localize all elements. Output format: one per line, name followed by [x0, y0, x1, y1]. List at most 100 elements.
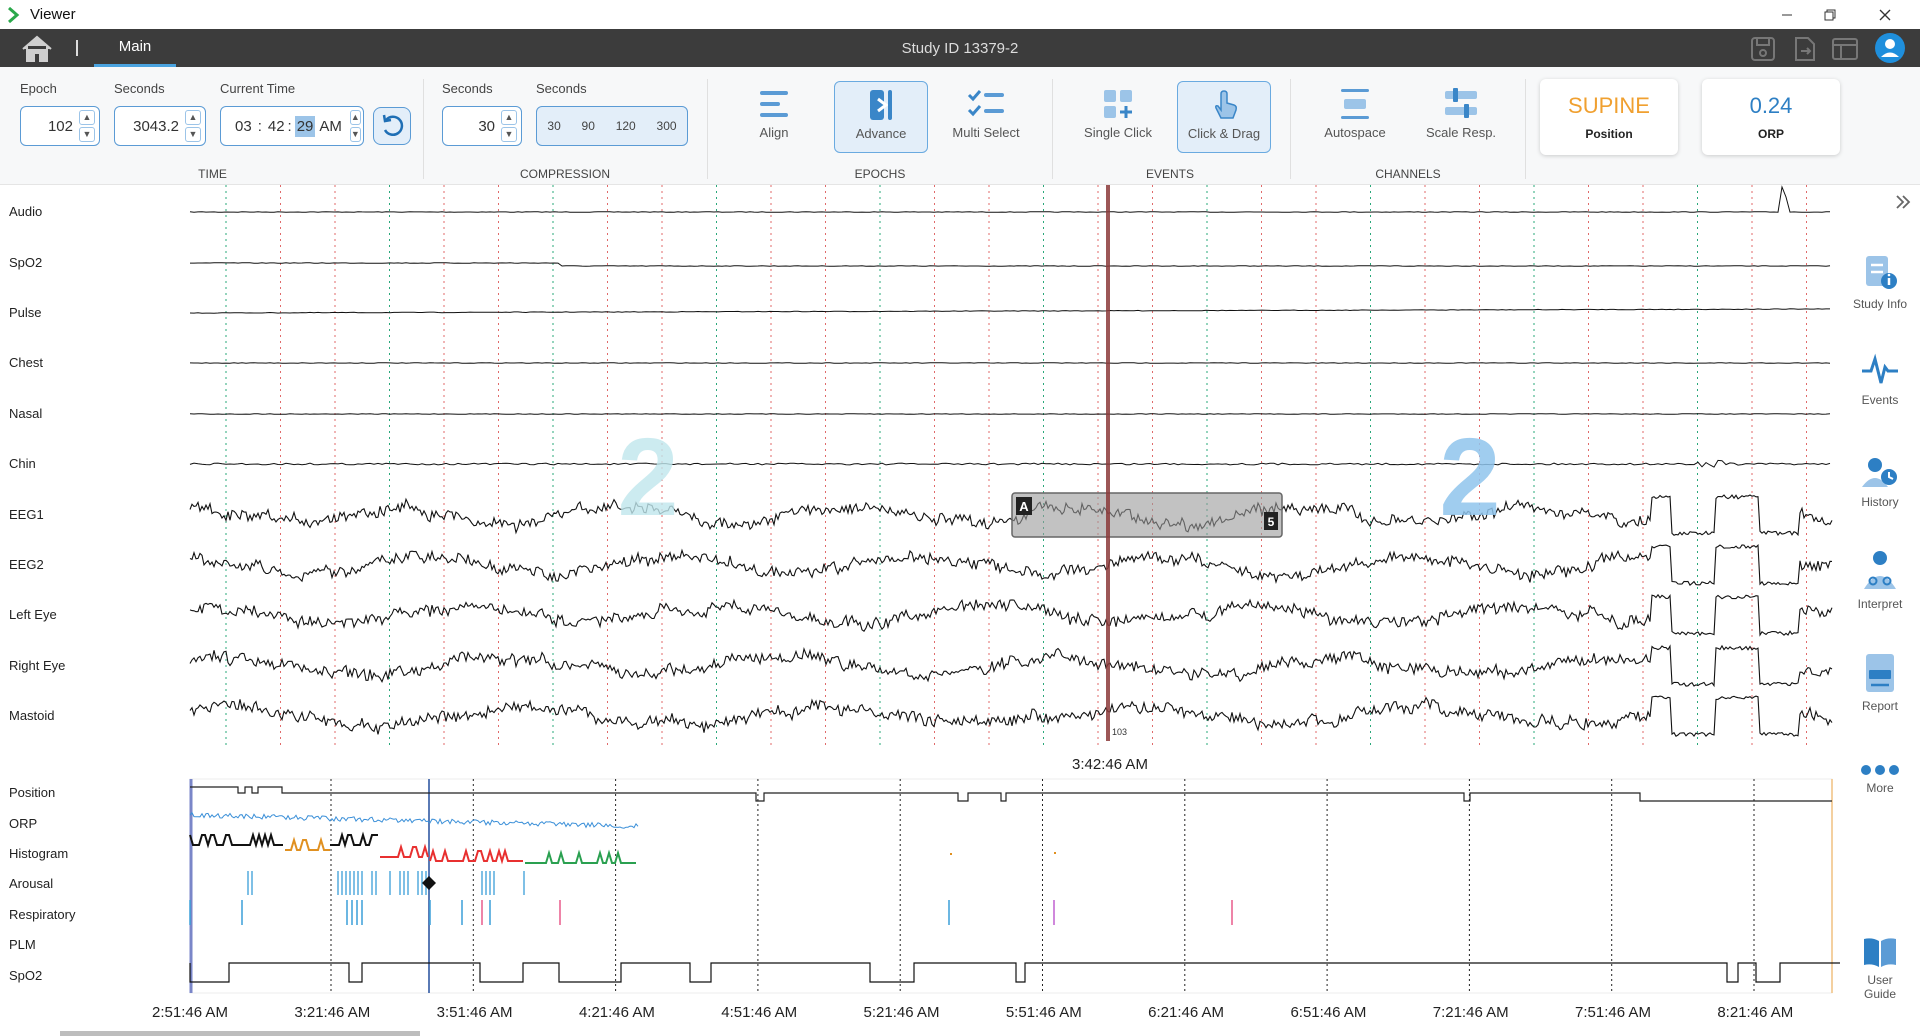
scale-resp-button[interactable]: Scale Resp. [1419, 81, 1503, 153]
spin-up-icon[interactable]: ▲ [185, 110, 201, 125]
events-label: Events [1861, 393, 1899, 407]
channel-label[interactable]: Chin [9, 456, 36, 471]
save-icon[interactable] [1748, 35, 1778, 63]
channel-trace [189, 543, 1833, 586]
time-hours[interactable]: 03 [235, 118, 252, 135]
spin-down-icon[interactable]: ▼ [501, 127, 517, 142]
spin-up-icon[interactable]: ▲ [349, 110, 361, 125]
restore-icon [1824, 9, 1836, 20]
arousal-selected-marker[interactable] [422, 876, 436, 890]
spin-up-icon[interactable]: ▲ [79, 110, 95, 125]
collapse-sidebar-icon[interactable] [1894, 193, 1912, 211]
channel-label[interactable]: Mastoid [9, 708, 55, 723]
study-info-label: Study Info [1852, 297, 1908, 311]
click-drag-button[interactable]: Click & Drag [1177, 81, 1271, 153]
compression-option-90[interactable]: 90 [582, 119, 595, 133]
channel-trace [189, 459, 1831, 468]
autospace-button[interactable]: Autospace [1313, 81, 1397, 153]
channel-label[interactable]: EEG1 [9, 507, 44, 522]
channel-trace [189, 593, 1833, 637]
time-seconds[interactable]: 29 [294, 115, 316, 137]
position-trace [190, 786, 1832, 802]
user-avatar-icon[interactable] [1874, 32, 1906, 64]
arousal-event-box[interactable]: A5 [1011, 492, 1283, 538]
report-label: Report [1861, 699, 1899, 713]
reset-time-button[interactable] [373, 107, 411, 145]
user-guide-label-1: User [1867, 973, 1893, 987]
histogram-segment [189, 831, 283, 849]
time-ampm[interactable]: AM [319, 118, 342, 135]
channel-label[interactable]: SpO2 [9, 255, 42, 270]
channel-label[interactable]: Nasal [9, 406, 42, 421]
close-button[interactable] [1858, 0, 1912, 29]
title-bar: Viewer [0, 0, 1920, 29]
multi-select-button[interactable]: Multi Select [944, 81, 1028, 153]
channel-label[interactable]: Chest [9, 355, 43, 370]
sleep-stage-label: 2 [1439, 416, 1500, 539]
sidebar-item-more[interactable]: More [1840, 763, 1920, 795]
align-button[interactable]: Align [732, 81, 816, 153]
histogram-segment [429, 847, 523, 865]
sidebar-item-events[interactable]: Events [1840, 353, 1920, 407]
seconds-value: 3043.2 [133, 117, 179, 135]
spin-up-icon[interactable]: ▲ [501, 110, 517, 125]
more-icon [1861, 765, 1899, 775]
orp-value: 0.24 [1749, 93, 1793, 118]
overview-axis-label: 4:21:46 AM [578, 1004, 655, 1021]
event-tag-start: A [1019, 499, 1029, 514]
spin-down-icon[interactable]: ▼ [185, 127, 201, 142]
single-click-button[interactable]: Single Click [1076, 81, 1160, 153]
channel-trace [189, 362, 1831, 364]
channel-label[interactable]: Right Eye [9, 658, 65, 673]
channel-label[interactable]: Audio [9, 204, 42, 219]
report-icon [1866, 654, 1894, 692]
histogram-dot [1054, 852, 1056, 854]
orp-card: 0.24 ORP [1702, 79, 1840, 155]
nav-bar: Main Study ID 13379-2 [0, 29, 1920, 67]
channel-label[interactable]: Left Eye [9, 607, 57, 622]
histogram-segment [525, 849, 636, 864]
nav-divider [76, 40, 78, 56]
spin-down-icon[interactable]: ▼ [349, 127, 361, 142]
waveform-panel[interactable]: 2 2A5103 [0, 185, 1840, 745]
channel-label[interactable]: Pulse [9, 305, 42, 320]
export-icon[interactable] [1790, 35, 1820, 63]
horizontal-scrollbar[interactable] [60, 1031, 420, 1036]
home-icon[interactable] [18, 35, 56, 63]
compression-option-120[interactable]: 120 [616, 119, 636, 133]
compression-option-30[interactable]: 30 [547, 119, 560, 133]
compression-option-300[interactable]: 300 [657, 119, 677, 133]
sidebar-item-study-info[interactable]: Study Info [1840, 253, 1920, 311]
overview-axis-label: 5:21:46 AM [863, 1004, 940, 1021]
layout-icon[interactable] [1830, 35, 1860, 63]
channel-trace [189, 644, 1833, 688]
sidebar-item-interpret[interactable]: Interpret [1840, 549, 1920, 611]
overview-axis-label: 6:21:46 AM [1148, 1004, 1225, 1021]
overview-panel[interactable] [0, 775, 1840, 1035]
histogram-segment [380, 843, 429, 858]
channel-trace [189, 695, 1833, 738]
position-value: SUPINE [1568, 93, 1650, 118]
channel-trace [189, 308, 1830, 314]
epoch-value: 102 [47, 117, 73, 135]
sidebar-item-history[interactable]: History [1840, 455, 1920, 509]
compression-seconds-input[interactable]: 30 ▲ ▼ [442, 106, 522, 146]
compression-seconds-label: Seconds [442, 81, 493, 96]
scale-resp-icon [1445, 88, 1477, 118]
seconds-input[interactable]: 3043.2 ▲ ▼ [114, 106, 206, 146]
current-time-input[interactable]: 03 : 42 : 29 AM ▲ ▼ [220, 106, 364, 146]
channel-trace [189, 413, 1831, 415]
sidebar-item-report[interactable]: Report [1840, 651, 1920, 713]
tab-main[interactable]: Main [94, 29, 176, 67]
click-drag-icon [1215, 90, 1237, 119]
restore-button[interactable] [1803, 0, 1857, 29]
spin-down-icon[interactable]: ▼ [79, 127, 95, 142]
epoch-input[interactable]: 102 ▲ ▼ [20, 106, 100, 146]
study-info-icon [1866, 256, 1897, 289]
sidebar-item-user-guide[interactable]: User Guide [1840, 935, 1920, 1001]
time-minutes[interactable]: 42 [268, 118, 285, 135]
channel-label[interactable]: EEG2 [9, 557, 44, 572]
single-click-label: Single Click [1084, 125, 1152, 140]
advance-button[interactable]: Advance [834, 81, 928, 153]
overview-axis-label: 7:51:46 AM [1575, 1004, 1651, 1021]
